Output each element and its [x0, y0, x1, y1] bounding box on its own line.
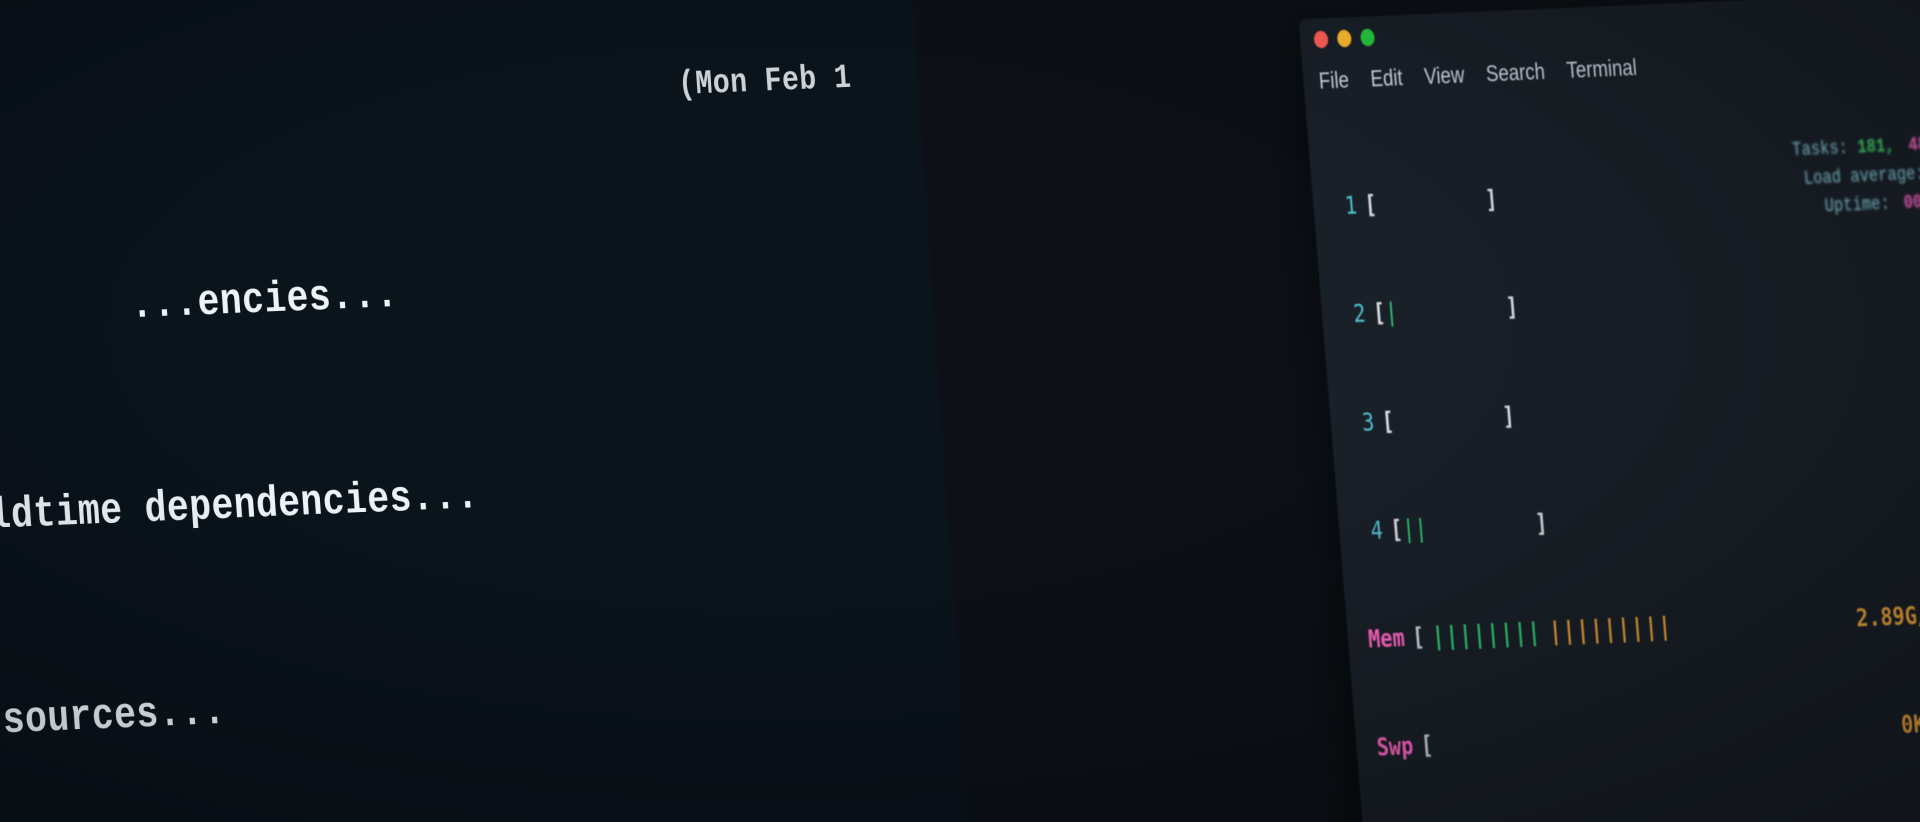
menu-edit[interactable]: Edit [1475, 0, 1511, 14]
menu-terminal[interactable]: Terminal [1664, 0, 1728, 37]
terminal-right-window: File Edit View Search Terminal Help 1 2 … [1398, 0, 1920, 822]
cpu-meter: 4 || [1478, 488, 1920, 592]
summary-stats: Tasks: 181, 480 thr Load average: 0.09 U… [1853, 117, 1920, 213]
cpu-number: 1 [1440, 126, 1469, 173]
htop-panel: 1 2 | 3 4 || Mem[|||||||||||||||||2.89G/… [1408, 20, 1920, 822]
mem-meter: Mem[|||||||||||||||||2.89G/11.6G] [1491, 598, 1920, 734]
cpu-number: 2 [1452, 265, 1481, 311]
menu-file[interactable]: File [1420, 0, 1455, 8]
cpu-number: 4 [1478, 543, 1507, 593]
menu-view[interactable]: View [1530, 0, 1572, 21]
terminal-left-pane: (Mon Feb 1 ...encies... buildtime depend… [0, 0, 969, 822]
log-line: ving sources... [0, 589, 936, 756]
cpu-meter: 1 [1440, 126, 1920, 196]
menu-search[interactable]: Search [1590, 0, 1648, 29]
log-line: buildtime dependencies... [0, 436, 925, 554]
timestamp: (Mon Feb 1 [0, 102, 905, 182]
cpu-meter: 2 | [1452, 265, 1920, 311]
log-line: ...encies... [0, 283, 915, 352]
cpu-meter: 3 [1465, 378, 1920, 451]
swap-meter: Swp[0K/11.4G] [1504, 709, 1920, 822]
mem-label: Mem [1491, 680, 1534, 734]
log-line: oading sdk-tools-linux-4333796.zip... [0, 744, 946, 822]
cpu-number: 3 [1465, 403, 1494, 451]
